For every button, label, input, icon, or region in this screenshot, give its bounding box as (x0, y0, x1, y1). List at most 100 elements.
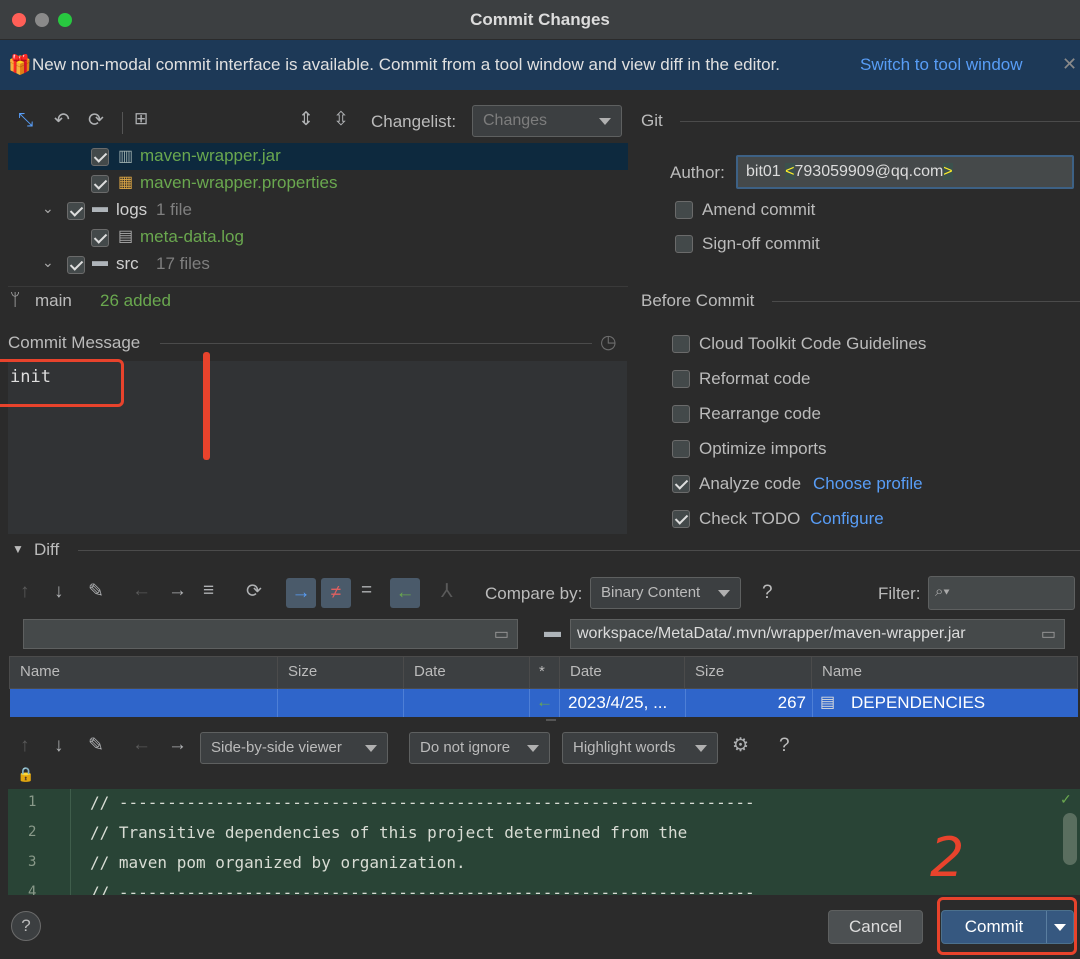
author-input[interactable]: bit01 <793059909@qq.com> (736, 155, 1074, 189)
show-left-icon[interactable]: ← (390, 578, 420, 608)
clock-history-icon[interactable]: ◷ (600, 331, 617, 354)
next-file-icon[interactable]: → (168, 580, 187, 602)
section-separator (160, 343, 592, 344)
show-equal-icon[interactable]: = (361, 580, 372, 602)
compare-by-select[interactable]: Binary Content (590, 577, 741, 609)
show-diff-icon[interactable]: ⤡ (18, 110, 33, 132)
window-title: Commit Changes (470, 10, 610, 29)
configure-todo-link[interactable]: Configure (810, 509, 884, 529)
viewer-help-icon[interactable]: ? (779, 735, 790, 757)
column-header-date-right[interactable]: Date (560, 657, 685, 688)
switch-to-tool-window-link[interactable]: Switch to tool window (860, 55, 1023, 75)
refresh-icon[interactable]: ⟳ (88, 109, 104, 132)
tree-item-logs[interactable]: ⌄ ▬ logs 1 file (8, 197, 624, 224)
show-right-icon[interactable]: → (286, 578, 316, 608)
commit-message-label: Commit Message (8, 333, 141, 352)
tree-item-meta-data-log[interactable]: ▤ meta-data.log (8, 224, 624, 251)
cloud-toolkit-checkbox[interactable] (672, 335, 690, 353)
ignore-mode-select[interactable]: Do not ignore (409, 732, 550, 764)
group-by-icon[interactable]: ⊞ (134, 109, 148, 129)
left-path-input[interactable]: ▭ (23, 619, 518, 649)
column-header-size-left[interactable]: Size (278, 657, 404, 688)
reformat-code-checkbox[interactable] (672, 370, 690, 388)
refresh-diff-icon[interactable]: ⟳ (246, 580, 262, 603)
column-header-name-right[interactable]: Name (812, 657, 1078, 688)
tree-item-checkbox[interactable] (91, 148, 109, 166)
tree-item-checkbox[interactable] (67, 202, 85, 220)
column-header-date-left[interactable]: Date (404, 657, 530, 688)
diff-collapse-icon[interactable]: ▼ (12, 542, 24, 556)
choose-profile-link[interactable]: Choose profile (813, 474, 923, 494)
folder-open-icon[interactable]: ▭ (1040, 624, 1056, 644)
check-todo-checkbox[interactable] (672, 510, 690, 528)
tree-item-label: maven-wrapper.properties (140, 173, 338, 192)
sign-off-commit-checkbox[interactable] (675, 235, 693, 253)
highlight-mode-select[interactable]: Highlight words (562, 732, 718, 764)
changes-toolbar: ⤡ ↶ ⟳ ⊞ ⇕ ⇳ Changelist: Changes (0, 100, 630, 144)
filter-input[interactable]: ⌕▾ (928, 576, 1075, 610)
tree-item-checkbox[interactable] (67, 256, 85, 274)
changes-tree[interactable]: ▥ maven-wrapper.jar ▦ maven-wrapper.prop… (8, 141, 628, 287)
column-header-status[interactable]: * (530, 657, 560, 688)
section-separator (680, 121, 1080, 122)
previous-difference-icon[interactable]: ↑ (20, 735, 30, 757)
settings-gear-icon[interactable]: ⚙ (732, 734, 749, 757)
column-header-size-right[interactable]: Size (685, 657, 812, 688)
expand-all-icon[interactable]: ⇕ (298, 108, 314, 131)
optimize-imports-label: Optimize imports (699, 439, 827, 458)
section-separator (78, 550, 1080, 551)
diff-editor[interactable]: 1// ------------------------------------… (8, 789, 1080, 895)
viewer-mode-select[interactable]: Side-by-side viewer (200, 732, 388, 764)
analyze-code-checkbox[interactable] (672, 475, 690, 493)
changelist-select[interactable]: Changes (472, 105, 622, 137)
merge-icon[interactable]: ⅄ (441, 580, 453, 603)
folder-open-icon[interactable]: ▭ (494, 624, 509, 644)
next-difference-icon[interactable]: ↓ (54, 581, 64, 603)
tree-item-maven-wrapper-properties[interactable]: ▦ maven-wrapper.properties (8, 170, 624, 197)
amend-commit-label: Amend commit (702, 200, 816, 219)
notification-banner: 🎁 New non-modal commit interface is avai… (0, 40, 1080, 90)
code-line: 1// ------------------------------------… (28, 793, 755, 812)
edit-source-icon[interactable]: ✎ (88, 580, 104, 603)
show-different-icon[interactable]: ≠ (321, 578, 351, 608)
next-file-icon[interactable]: → (168, 734, 187, 756)
previous-file-icon[interactable]: ← (132, 734, 151, 756)
column-header-name-left[interactable]: Name (10, 657, 278, 688)
branch-status: ᛘ main 26 added (10, 290, 630, 314)
cancel-button[interactable]: Cancel (828, 910, 923, 944)
ignore-mode-value: Do not ignore (420, 739, 511, 756)
section-separator (772, 301, 1080, 302)
optimize-imports-checkbox[interactable] (672, 440, 690, 458)
tree-item-label: src (116, 254, 139, 273)
right-path-value: workspace/MetaData/.mvn/wrapper/maven-wr… (577, 625, 966, 642)
editor-scrollbar[interactable] (1063, 813, 1077, 865)
rearrange-code-checkbox[interactable] (672, 405, 690, 423)
close-banner-icon[interactable]: ✕ (1062, 54, 1077, 75)
table-row[interactable]: ← 2023/4/25, ... 267 ▤ DEPENDENCIES (10, 689, 1078, 717)
branch-name[interactable]: main (35, 291, 72, 311)
edit-source-icon[interactable]: ✎ (88, 734, 104, 757)
compare-help-icon[interactable]: ? (762, 582, 773, 604)
properties-file-icon: ▦ (118, 174, 134, 191)
banner-message: New non-modal commit interface is availa… (32, 55, 781, 74)
tree-item-label: maven-wrapper.jar (140, 146, 281, 165)
amend-commit-checkbox[interactable] (675, 201, 693, 219)
rollback-icon[interactable]: ↶ (54, 109, 70, 132)
list-icon[interactable]: ≡ (203, 580, 214, 602)
previous-file-icon[interactable]: ← (132, 580, 151, 602)
chevron-down-icon[interactable]: ⌄ (42, 200, 54, 217)
tree-item-maven-wrapper-jar[interactable]: ▥ maven-wrapper.jar (8, 143, 628, 170)
tree-item-src[interactable]: ⌄ ▬ src 17 files (8, 251, 624, 278)
folder-icon: ▬ (544, 622, 561, 641)
help-button[interactable]: ? (11, 911, 41, 941)
next-difference-icon[interactable]: ↓ (54, 735, 64, 757)
collapse-all-icon[interactable]: ⇳ (333, 108, 349, 131)
right-path-input[interactable]: workspace/MetaData/.mvn/wrapper/maven-wr… (570, 619, 1065, 649)
tree-item-checkbox[interactable] (91, 229, 109, 247)
author-value: bit01 <793059909@qq.com> (746, 163, 953, 180)
code-line: 3// maven pom organized by organization. (28, 853, 466, 872)
sign-off-commit-label: Sign-off commit (702, 234, 820, 253)
tree-item-checkbox[interactable] (91, 175, 109, 193)
chevron-down-icon[interactable]: ⌄ (42, 254, 54, 271)
previous-difference-icon[interactable]: ↑ (20, 581, 30, 603)
